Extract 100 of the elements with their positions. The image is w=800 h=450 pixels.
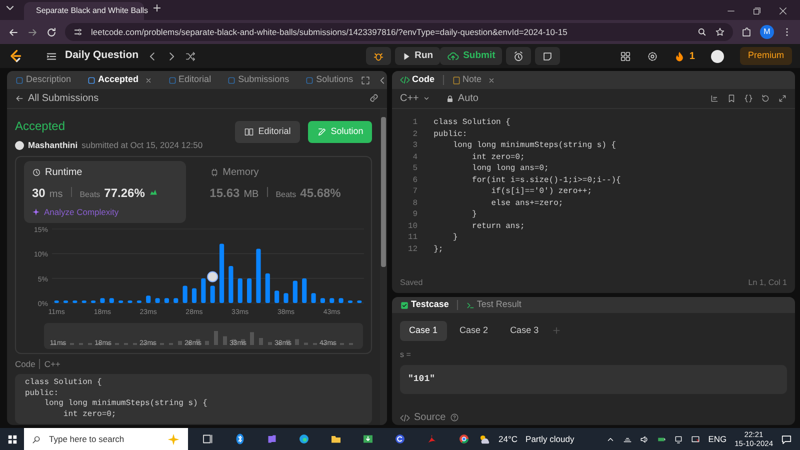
download-app-icon[interactable] — [362, 433, 374, 445]
task-view-icon[interactable] — [202, 433, 214, 445]
histogram-bar[interactable] — [338, 298, 344, 302]
panel-tab[interactable]: Solutions — [301, 73, 358, 87]
logo-icon[interactable] — [8, 49, 22, 63]
panel-tab[interactable]: Code — [396, 73, 438, 87]
windows-icon[interactable] — [6, 434, 18, 444]
notification-icon[interactable] — [781, 434, 792, 444]
star-icon[interactable] — [715, 27, 725, 37]
bookmark-icon[interactable] — [727, 94, 736, 103]
histogram-bar[interactable] — [284, 292, 288, 302]
case-tab[interactable]: Case 2 — [450, 321, 498, 340]
input-field[interactable]: "101" — [400, 364, 787, 394]
histogram-bar[interactable] — [201, 278, 206, 302]
histogram-bar[interactable] — [192, 288, 197, 302]
app-icon[interactable] — [394, 433, 406, 445]
histogram-bar[interactable] — [164, 298, 169, 302]
forward-icon[interactable] — [27, 26, 38, 38]
mode-label[interactable]: Auto — [458, 91, 478, 106]
profile-avatar[interactable]: M — [760, 25, 774, 39]
extensions-icon[interactable] — [741, 26, 752, 38]
flame-icon[interactable] — [674, 50, 686, 62]
histogram-bar[interactable] — [228, 266, 234, 302]
stat-box[interactable]: Runtime 30 ms Beats 77.26% Analyze Complexity — [24, 160, 186, 222]
security-icon[interactable] — [691, 434, 700, 444]
histogram-bar[interactable] — [63, 300, 68, 302]
page-title[interactable]: Daily Question — [65, 48, 139, 64]
new-tab-icon[interactable] — [152, 3, 162, 14]
case-tab[interactable]: Case 3 — [501, 321, 548, 340]
histogram-bar[interactable] — [91, 300, 96, 302]
weather-icon[interactable] — [478, 432, 491, 446]
run-button[interactable]: Run — [394, 47, 440, 65]
layout-icon[interactable] — [620, 50, 632, 62]
histogram-bar[interactable] — [238, 278, 242, 302]
histogram-bar[interactable] — [54, 300, 59, 302]
scrollbar-thumb[interactable] — [381, 117, 386, 267]
folder-icon[interactable] — [330, 433, 342, 445]
close-icon[interactable] — [778, 6, 788, 16]
histogram-bar[interactable] — [265, 272, 270, 302]
restore-icon[interactable] — [752, 6, 762, 16]
submit-button[interactable]: Submit — [440, 47, 502, 65]
panel-tab[interactable]: Test Result — [462, 298, 526, 312]
histogram-bar[interactable] — [174, 298, 178, 302]
histogram-bar[interactable] — [302, 278, 307, 302]
timer-button[interactable] — [506, 47, 532, 65]
stat-box[interactable]: Memory 15.63 MB Beats 45.68% — [202, 160, 364, 222]
histogram-bar[interactable] — [146, 295, 151, 302]
panel-tab[interactable]: Testcase — [396, 298, 453, 312]
histogram-bar[interactable] — [118, 300, 124, 302]
shuffle-icon[interactable] — [184, 50, 196, 62]
histogram-bar[interactable] — [274, 290, 280, 302]
premium-button[interactable]: Premium — [740, 47, 792, 65]
panel-tab[interactable]: Submissions — [223, 73, 294, 87]
histogram-bar[interactable] — [219, 243, 224, 302]
back-icon[interactable] — [8, 26, 19, 38]
debug-button[interactable] — [366, 47, 391, 65]
list-icon[interactable] — [46, 50, 57, 62]
histogram-bar[interactable] — [128, 300, 132, 302]
histogram-bar[interactable] — [109, 298, 114, 302]
notes-button[interactable] — [535, 47, 560, 65]
language-indicator[interactable]: ENG — [708, 432, 727, 446]
histogram-bar[interactable] — [330, 298, 334, 302]
histogram-bar[interactable] — [182, 285, 188, 302]
histogram-bar[interactable] — [292, 280, 298, 302]
panel-tab[interactable]: Note — [448, 73, 499, 87]
histogram-bar[interactable] — [348, 300, 353, 302]
collapse-icon[interactable] — [378, 76, 387, 84]
back-link[interactable]: All Submissions — [28, 91, 99, 106]
username[interactable]: Mashanthini — [28, 139, 78, 152]
bluetooth-icon[interactable] — [234, 433, 246, 445]
panel-tab[interactable]: Description — [11, 73, 76, 87]
histogram-bar[interactable] — [100, 298, 105, 302]
volume-icon[interactable] — [640, 434, 650, 444]
braces-icon[interactable] — [744, 94, 753, 103]
histogram-bar[interactable] — [72, 300, 78, 302]
close-icon[interactable] — [144, 76, 152, 84]
panel-tab[interactable]: Editorial — [164, 73, 216, 87]
address-bar[interactable]: leetcode.com/problems/separate-black-and-white-balls/submissions/1423397816/?envType=daily-question&envId=2024-10-15 — [65, 23, 733, 41]
histogram-bar[interactable] — [155, 298, 160, 302]
format-icon[interactable] — [710, 94, 719, 103]
settings-icon[interactable] — [647, 50, 658, 62]
reset-icon[interactable] — [761, 94, 770, 103]
histogram-bar[interactable] — [82, 300, 86, 302]
histogram-bar[interactable] — [136, 300, 142, 302]
histogram-bar[interactable] — [320, 298, 325, 302]
display-icon[interactable] — [674, 434, 684, 444]
language-select[interactable]: C++ — [400, 91, 430, 106]
site-info-icon[interactable] — [73, 27, 83, 37]
link-icon[interactable] — [369, 93, 379, 104]
source-link[interactable]: Source — [414, 410, 446, 425]
histogram-bar[interactable] — [357, 300, 362, 302]
help-icon[interactable] — [450, 413, 459, 422]
close-icon[interactable] — [488, 76, 495, 84]
histogram-bar[interactable] — [311, 292, 316, 302]
search-field[interactable]: Type here to search — [24, 428, 188, 450]
user-avatar[interactable] — [710, 50, 724, 62]
histogram-bar[interactable] — [247, 278, 252, 302]
case-tab[interactable]: Case 1 — [400, 321, 447, 340]
expand-icon[interactable] — [361, 76, 370, 84]
fullscreen-icon[interactable] — [778, 94, 787, 103]
